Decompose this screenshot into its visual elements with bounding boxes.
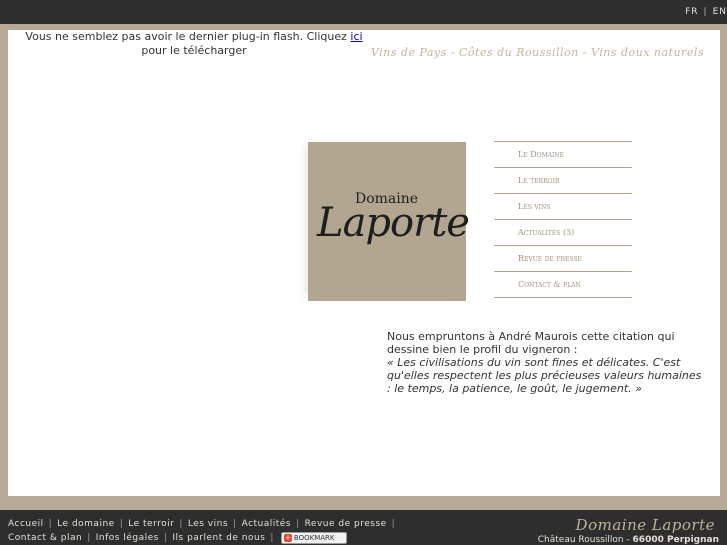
footer-links: Accueil | Le domaine | Le terroir | Les vins | A…: [8, 519, 396, 544]
footer-brand: Domaine Laporte: [575, 516, 715, 534]
lang-separator: |: [703, 7, 708, 17]
footer-link-ils-parlent-de-nous[interactable]: Ils parlent de nous: [172, 533, 265, 543]
nav-item-les-vins[interactable]: Les vins: [494, 194, 632, 220]
language-switcher: FR | EN: [685, 7, 727, 17]
footer-link-accueil[interactable]: Accueil: [8, 519, 44, 529]
main-content: Vous ne semblez pas avoir le dernier plu…: [8, 30, 720, 496]
flash-plugin-notice: Vous ne semblez pas avoir le dernier plu…: [24, 30, 364, 58]
footer-link-actualites[interactable]: Actualités: [242, 519, 291, 529]
flash-download-link[interactable]: ici: [350, 30, 362, 43]
logo-laporte-text: Laporte: [317, 200, 470, 246]
main-navigation: Le Domaine Le terroir Les vins Actualité…: [494, 141, 632, 298]
footer-link-contact-plan[interactable]: Contact & plan: [8, 533, 82, 543]
quote-intro: Nous empruntons à André Maurois cette ci…: [387, 330, 675, 356]
footer-link-infos-legales[interactable]: Infos légales: [96, 533, 159, 543]
footer-address: Château Roussillon - 66000 Perpignan: [538, 535, 719, 545]
nav-item-actualites[interactable]: Actualités (3): [494, 220, 632, 246]
nav-item-contact-plan[interactable]: Contact & plan: [494, 272, 632, 298]
flash-notice-text-after: pour le télécharger: [141, 44, 247, 57]
nav-item-revue-de-presse[interactable]: Revue de presse: [494, 246, 632, 272]
top-bar: FR | EN: [0, 0, 727, 24]
footer-link-les-vins[interactable]: Les vins: [188, 519, 228, 529]
lang-en-link[interactable]: EN: [713, 7, 727, 17]
footer-address-bold: 66000 Perpignan: [632, 535, 719, 545]
quote-text: « Les civilisations du vin sont fines et…: [387, 356, 702, 395]
footer: Accueil | Le domaine | Le terroir | Les vins | A…: [0, 510, 727, 545]
footer-address-plain: Château Roussillon -: [537, 535, 633, 545]
quote-block: Nous empruntons à André Maurois cette ci…: [387, 330, 703, 395]
nav-item-le-domaine[interactable]: Le Domaine: [494, 142, 632, 168]
nav-item-le-terroir[interactable]: Le terroir: [494, 168, 632, 194]
site-tagline: Vins de Pays - Côtes du Roussillon - Vin…: [370, 46, 704, 59]
domaine-laporte-logo[interactable]: Domaine Laporte: [308, 142, 470, 301]
plus-icon: +: [283, 533, 292, 542]
bookmark-button[interactable]: + BOOKMARK: [280, 531, 347, 544]
lang-fr-link[interactable]: FR: [685, 7, 698, 17]
bookmark-label: BOOKMARK: [293, 533, 335, 542]
footer-link-le-domaine[interactable]: Le domaine: [57, 519, 115, 529]
flash-notice-text-before: Vous ne semblez pas avoir le dernier plu…: [25, 30, 351, 43]
footer-link-le-terroir[interactable]: Le terroir: [128, 519, 174, 529]
footer-link-revue-de-presse[interactable]: Revue de presse: [305, 519, 387, 529]
